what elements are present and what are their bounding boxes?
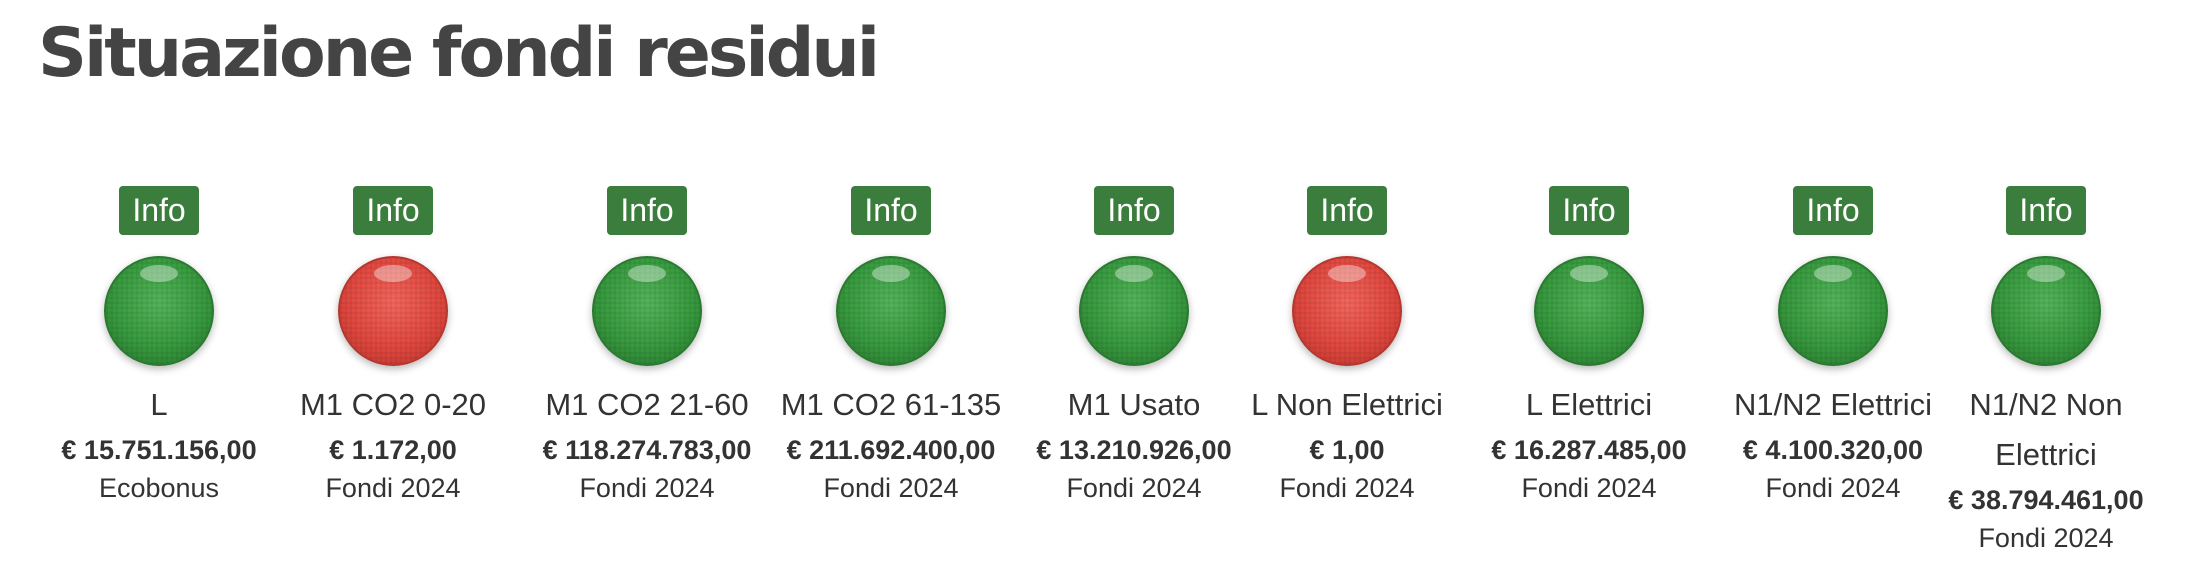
fund-item-l-elettrici: Info L Elettrici € 16.287.485,00 Fondi 2… (1469, 186, 1709, 506)
fund-item-n1-n2-non-elettrici: Info N1/N2 Non Elettrici € 38.794.461,00… (1926, 186, 2166, 556)
fund-name: M1 CO2 21-60 (545, 387, 749, 422)
fund-source: Fondi 2024 (1279, 473, 1415, 503)
fund-amount: € 16.287.485,00 (1491, 435, 1687, 465)
funds-row: Info L € 15.751.156,00 Ecobonus Info M1 … (0, 186, 2194, 566)
fund-source: Fondi 2024 (1978, 523, 2114, 553)
status-light-green-icon (1778, 256, 1888, 366)
fund-item-m1-co2-61-135: Info M1 CO2 61-135 € 211.692.400,00 Fond… (771, 186, 1011, 506)
fund-name: M1 CO2 0-20 (299, 387, 487, 422)
fund-source: Fondi 2024 (1521, 473, 1657, 503)
fund-item-n1-n2-elettrici: Info N1/N2 Elettrici € 4.100.320,00 Fond… (1713, 186, 1953, 506)
fund-amount: € 118.274.783,00 (542, 435, 752, 465)
fund-amount: € 1,00 (1309, 435, 1385, 465)
info-button[interactable]: Info (1307, 186, 1387, 235)
info-button[interactable]: Info (2006, 186, 2086, 235)
fund-name: M1 CO2 61-135 (780, 387, 1002, 422)
fund-source: Fondi 2024 (823, 473, 959, 503)
fund-item-m1-co2-21-60: Info M1 CO2 21-60 € 118.274.783,00 Fondi… (527, 186, 767, 506)
fund-name: N1/N2 Non Elettrici (1969, 387, 2123, 472)
info-button[interactable]: Info (1549, 186, 1629, 235)
info-button[interactable]: Info (851, 186, 931, 235)
fund-source: Fondi 2024 (1066, 473, 1202, 503)
fund-name: L Non Elettrici (1251, 387, 1443, 422)
fund-amount: € 1.172,00 (329, 435, 457, 465)
fund-amount: € 15.751.156,00 (61, 435, 257, 465)
fund-source: Fondi 2024 (579, 473, 715, 503)
fund-source: Ecobonus (98, 473, 220, 503)
info-button[interactable]: Info (607, 186, 687, 235)
info-button[interactable]: Info (353, 186, 433, 235)
page-title: Situazione fondi residui (38, 14, 880, 93)
fund-amount: € 38.794.461,00 (1948, 485, 2144, 515)
fund-item-m1-usato: Info M1 Usato € 13.210.926,00 Fondi 2024 (1014, 186, 1254, 506)
fund-item-m1-co2-0-20: Info M1 CO2 0-20 € 1.172,00 Fondi 2024 (273, 186, 513, 506)
fund-name: L Elettrici (1525, 387, 1653, 422)
status-light-green-icon (1534, 256, 1644, 366)
status-light-red-icon (338, 256, 448, 366)
info-button[interactable]: Info (1094, 186, 1174, 235)
status-light-red-icon (1292, 256, 1402, 366)
fund-name: N1/N2 Elettrici (1733, 387, 1933, 422)
fund-source: Fondi 2024 (1765, 473, 1901, 503)
status-light-green-icon (1079, 256, 1189, 366)
fund-item-l-non-elettrici: Info L Non Elettrici € 1,00 Fondi 2024 (1227, 186, 1467, 506)
fund-source: Fondi 2024 (325, 473, 461, 503)
status-light-green-icon (592, 256, 702, 366)
fund-amount: € 211.692.400,00 (786, 435, 996, 465)
status-light-green-icon (104, 256, 214, 366)
info-button[interactable]: Info (1793, 186, 1873, 235)
status-light-green-icon (1991, 256, 2101, 366)
fund-amount: € 4.100.320,00 (1742, 435, 1924, 465)
status-light-green-icon (836, 256, 946, 366)
fund-name: M1 Usato (1067, 387, 1201, 422)
fund-name: L (150, 387, 168, 422)
fund-amount: € 13.210.926,00 (1036, 435, 1232, 465)
info-button[interactable]: Info (119, 186, 199, 235)
fund-item-l: Info L € 15.751.156,00 Ecobonus (39, 186, 279, 506)
